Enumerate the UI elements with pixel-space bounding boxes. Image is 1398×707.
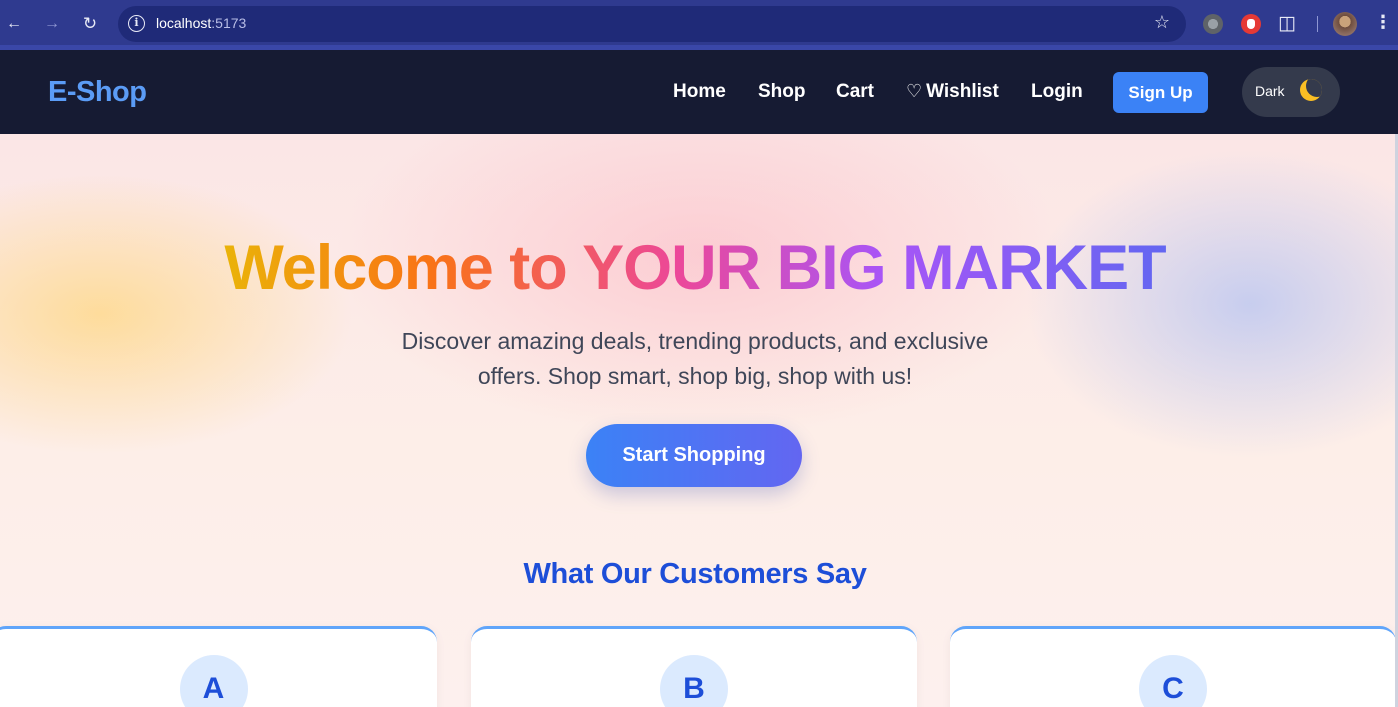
nav-wishlist-label: Wishlist [926,81,999,102]
testimonials-title: What Our Customers Say [523,558,867,590]
nav-shop[interactable]: Shop [758,81,806,103]
url-text[interactable]: localhost:5173 [156,15,246,31]
site-navbar: E-Shop Home Shop Cart ♡ Wishlist Login Si… [0,50,1398,134]
hero-subtitle-line1: Discover amazing deals, trending product… [401,328,989,354]
nav-cart[interactable]: Cart [836,81,874,103]
puzzle-icon[interactable]: ◫ [1278,12,1296,35]
testimonial-card: A [0,626,437,707]
nav-home[interactable]: Home [673,81,726,103]
browser-toolbar: ← → ↻ i localhost:5173 ☆ ◫ ⋮ [0,0,1398,50]
customer-avatar: A [179,655,248,707]
reload-icon[interactable]: ↻ [78,12,102,36]
nav-login[interactable]: Login [1031,81,1083,103]
brand-logo[interactable]: E-Shop [48,76,147,109]
signup-button[interactable]: Sign Up [1113,72,1208,113]
forward-arrow-icon[interactable]: → [40,12,64,36]
hero-headline-text: Welcome to YOUR BIG MARKET [224,233,1166,303]
hero-subtitle-line2: offers. Shop smart, shop big, shop with … [477,363,913,389]
theme-toggle-button[interactable]: Dark [1242,67,1340,117]
extension-icon[interactable] [1203,14,1223,34]
testimonial-card: B [471,626,917,707]
profile-avatar[interactable] [1333,12,1357,36]
back-arrow-icon[interactable]: ← [2,12,26,36]
nav-wishlist[interactable]: ♡ Wishlist [906,81,999,103]
hero-section: Welcome to YOUR BIG MARKET Discover amaz… [0,134,1398,707]
adblock-extension-icon[interactable] [1241,14,1261,34]
heart-icon: ♡ [906,81,923,101]
url-host: localhost [156,15,212,31]
hero-headline: Welcome to YOUR BIG MARKET [0,232,1390,304]
menu-icon[interactable]: ⋮ [1374,12,1392,33]
address-bar[interactable]: i localhost:5173 ☆ [118,6,1186,42]
toolbar-divider [1317,16,1318,32]
star-icon[interactable]: ☆ [1154,12,1170,33]
testimonial-card: C [950,626,1395,707]
customer-avatar: C [1139,655,1207,707]
start-shopping-button[interactable]: Start Shopping [586,424,802,487]
hero-subtitle: Discover amazing deals, trending product… [360,324,1030,394]
customer-avatar: B [660,655,728,707]
info-icon[interactable]: i [128,15,145,32]
moon-icon [1300,79,1322,101]
theme-label: Dark [1255,83,1285,99]
url-port: :5173 [211,15,247,31]
